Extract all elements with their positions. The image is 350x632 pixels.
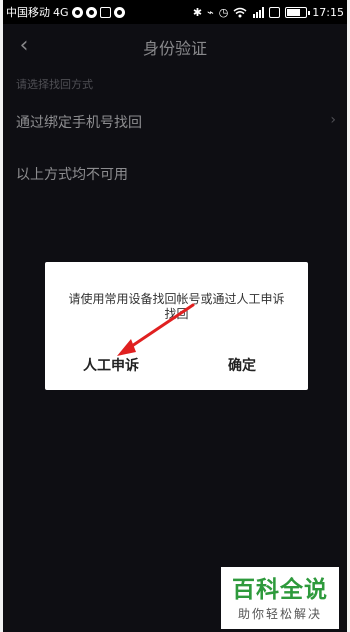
status-bar: 中国移动 4G ✱ ⌁ ◷ 17:15 bbox=[0, 0, 350, 24]
cloud-icon bbox=[113, 6, 125, 18]
signal-icon bbox=[253, 6, 265, 18]
recovery-dialog: 请使用常用设备找回帐号或通过人工申诉找回 人工申诉 确定 bbox=[45, 262, 308, 390]
battery-fill bbox=[287, 8, 301, 16]
watermark-subtitle: 助你轻松解决 bbox=[237, 607, 322, 621]
image-icon bbox=[99, 6, 111, 18]
battery-icon bbox=[285, 6, 311, 18]
watermark-logo: 百科全说 助你轻松解决 bbox=[221, 567, 339, 629]
wifi-icon bbox=[233, 7, 247, 17]
network-label: 4G bbox=[53, 5, 69, 19]
carrier-label: 中国移动 bbox=[6, 6, 50, 19]
clock: 17:15 bbox=[312, 5, 344, 19]
confirm-button[interactable]: 确定 bbox=[192, 354, 292, 378]
dialog-message: 请使用常用设备找回帐号或通过人工申诉找回 bbox=[68, 292, 285, 321]
alarm-icon: ◷ bbox=[218, 5, 229, 19]
circle-s-icon bbox=[85, 6, 97, 18]
bluetooth-icon: ✱ bbox=[192, 5, 203, 19]
vibrate-icon: ⌁ bbox=[207, 5, 214, 19]
watermark-title: 百科全说 bbox=[232, 577, 328, 603]
circle-s-icon bbox=[71, 6, 83, 18]
sim-icon bbox=[269, 6, 281, 18]
manual-appeal-button[interactable]: 人工申诉 bbox=[61, 354, 161, 378]
